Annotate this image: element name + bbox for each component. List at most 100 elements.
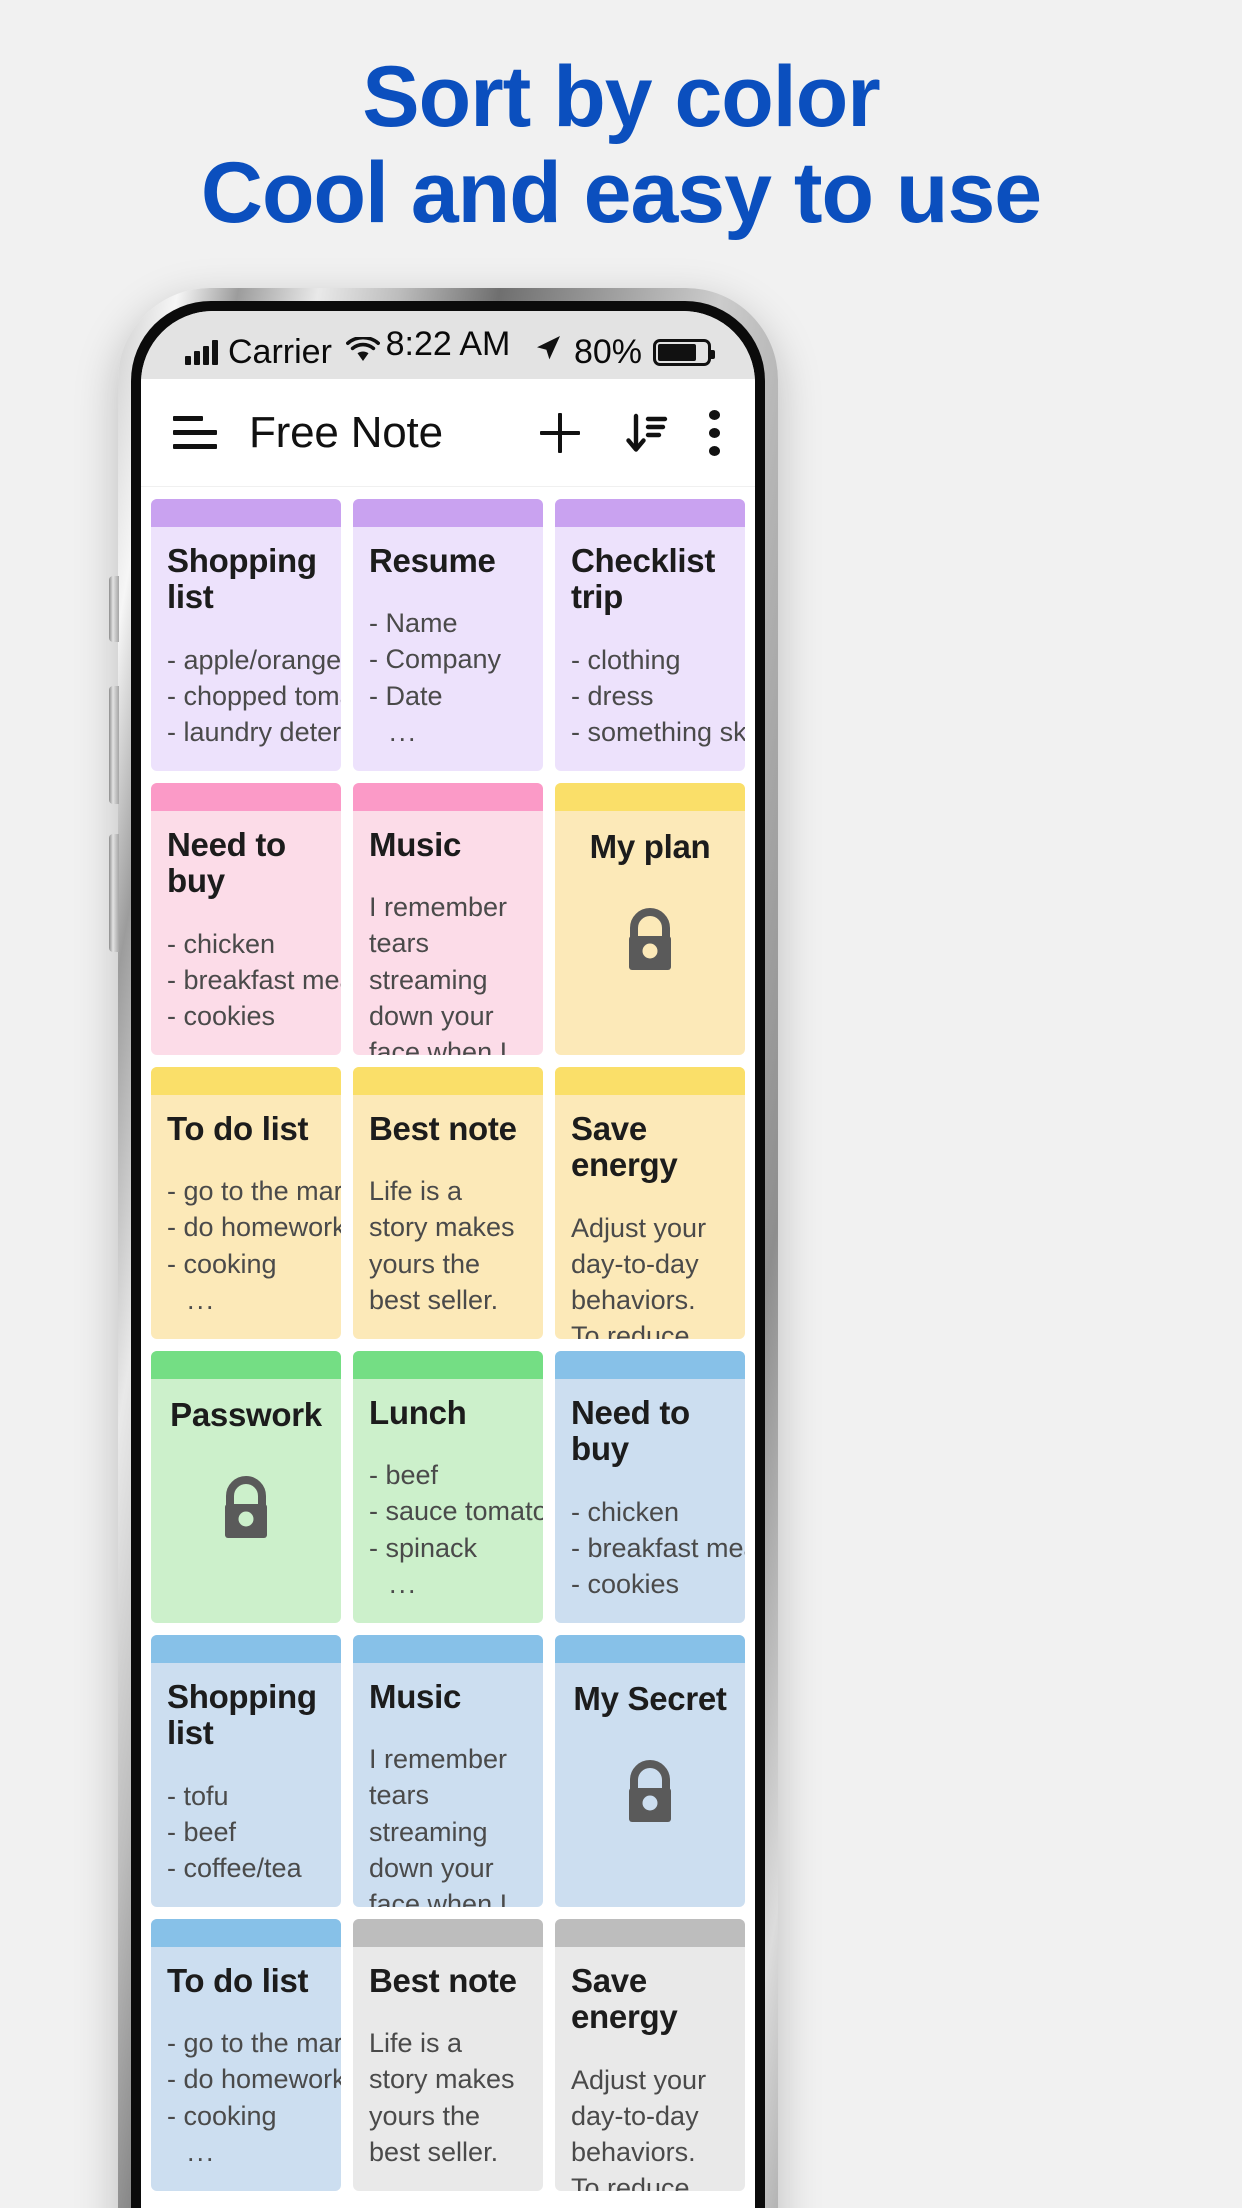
note-preview-lines: - beef - sauce tomato - spinack... xyxy=(369,1457,543,1602)
note-body: Best note Life is a story makes yours the… xyxy=(353,1947,543,2191)
battery-icon xyxy=(653,338,715,366)
note-preview-lines: - chicken - breakfast meats - cookies... xyxy=(571,1494,745,1623)
note-card[interactable]: Passwork xyxy=(151,1351,341,1623)
note-card[interactable]: Lunch - beef - sauce tomato - spinack... xyxy=(353,1351,543,1623)
note-body: My plan xyxy=(555,811,745,1055)
note-body: Passwork xyxy=(151,1379,341,1623)
note-preview-text: Life is a story makes yours the best sel… xyxy=(369,1176,515,1315)
note-card[interactable]: Shopping list - tofu - beef - coffee/tea... xyxy=(151,1635,341,1907)
note-color-strip xyxy=(555,1067,745,1095)
note-body: Resume - Name - Company - Date... xyxy=(353,527,543,771)
note-body: Lunch - beef - sauce tomato - spinack... xyxy=(353,1379,543,1623)
note-card[interactable]: To do list - go to the market - do homewor… xyxy=(151,1067,341,1339)
note-card[interactable]: My Secret xyxy=(555,1635,745,1907)
phone-bezel: Carrier 8:22 AM 80% Free Note Shopping l… xyxy=(131,301,765,2208)
status-bar: Carrier 8:22 AM 80% xyxy=(141,311,755,379)
note-preview-line: - go to the market xyxy=(167,1176,341,1207)
note-card[interactable]: My plan xyxy=(555,783,745,1055)
note-body: Music I remember tears streaming down you… xyxy=(353,811,543,1055)
note-preview-line: - dress xyxy=(571,680,654,711)
note-card[interactable]: Need to buy - chicken- breakfast meats- c… xyxy=(555,1351,745,1623)
headline-line-1: Sort by color xyxy=(362,49,880,145)
lock-icon xyxy=(619,1759,681,1825)
note-preview-line: ... xyxy=(187,753,216,771)
note-title: My Secret xyxy=(573,1680,727,1717)
page-title: Free Note xyxy=(249,407,443,457)
note-color-strip xyxy=(555,1919,745,1947)
signal-bars-icon xyxy=(185,339,218,365)
note-card[interactable]: To do list - go to the market - do homewor… xyxy=(151,1919,341,2191)
note-title: To do list xyxy=(167,1962,309,1999)
location-arrow-icon xyxy=(533,333,563,372)
note-card[interactable]: Save energy Adjust your day-to-day behavi… xyxy=(555,1919,745,2191)
note-title: Music xyxy=(369,826,462,863)
note-body: To do list - go to the market - do homewor… xyxy=(151,1947,341,2191)
note-preview-line: ... xyxy=(591,753,620,771)
note-color-strip xyxy=(555,1635,745,1663)
status-bar-left: Carrier xyxy=(185,333,380,372)
note-preview-text: Adjust your day-to-day behaviors. To red… xyxy=(571,1212,707,1339)
plus-icon[interactable] xyxy=(537,410,583,456)
note-card[interactable]: Shopping list - apple/orange - chopped tom… xyxy=(151,499,341,771)
note-preview-line: - chicken xyxy=(167,928,276,959)
note-preview-line: - sauce tomato xyxy=(369,1496,543,1527)
note-preview-line: - breakfast meats xyxy=(167,964,341,995)
note-preview-line: - beef xyxy=(167,1816,237,1847)
note-color-strip xyxy=(151,783,341,811)
note-preview-line: - apple/orange xyxy=(167,644,341,675)
note-color-strip xyxy=(353,1351,543,1379)
phone-volume-up-button[interactable] xyxy=(109,686,119,804)
note-card[interactable]: Resume - Name - Company - Date... xyxy=(353,499,543,771)
phone-volume-down-button[interactable] xyxy=(109,834,119,952)
wifi-icon xyxy=(345,333,380,372)
note-preview-line: ... xyxy=(187,1037,216,1055)
note-body: Music I remember tears streaming down you… xyxy=(353,1663,543,1907)
note-preview-lines: - go to the market - do homework - cooking… xyxy=(167,1173,341,1318)
note-title: Best note xyxy=(369,1962,517,1999)
note-title: Resume xyxy=(369,542,496,579)
phone-screen: Carrier 8:22 AM 80% Free Note Shopping l… xyxy=(141,311,755,2208)
overflow-menu-icon[interactable] xyxy=(709,409,721,456)
note-title: Need to buy xyxy=(167,826,286,900)
note-title: Checklist trip xyxy=(571,542,716,616)
note-card[interactable]: Music I remember tears streaming down you… xyxy=(353,1635,543,1907)
note-preview-line: - Company xyxy=(369,644,502,675)
note-preview-line: - Date xyxy=(369,680,443,711)
note-color-strip xyxy=(555,783,745,811)
carrier-label: Carrier xyxy=(228,332,332,371)
note-preview-line: ... xyxy=(187,2136,216,2167)
note-card[interactable]: Need to buy- chicken- breakfast meats- c… xyxy=(151,783,341,1055)
note-preview-line: - do homework xyxy=(167,1212,341,1243)
note-card[interactable]: Best note Life is a story makes yours the… xyxy=(353,1919,543,2191)
lock-icon xyxy=(619,907,681,973)
note-title: Need to buy xyxy=(571,1394,690,1468)
sort-descending-icon[interactable] xyxy=(623,410,669,456)
note-preview-line: - tofu xyxy=(167,1780,229,1811)
note-preview-line: - go to the market xyxy=(167,2028,341,2059)
note-preview-line: ... xyxy=(187,1284,216,1315)
note-card[interactable]: Music I remember tears streaming down you… xyxy=(353,783,543,1055)
note-preview-line: - do homework xyxy=(167,2064,341,2095)
note-card[interactable]: Save energy Adjust your day-to-day behavi… xyxy=(555,1067,745,1339)
note-body: Save energy Adjust your day-to-day behavi… xyxy=(555,1947,745,2191)
phone-mute-switch[interactable] xyxy=(109,576,119,642)
note-preview-text: I remember tears streaming down your fac… xyxy=(369,1744,508,1907)
note-card[interactable]: Checklist trip - clothing - dress - somethi… xyxy=(555,499,745,771)
note-preview-lines: - clothing - dress - something skincare... xyxy=(571,642,745,771)
note-preview-lines: - Name - Company - Date... xyxy=(369,605,527,750)
note-title: Music xyxy=(369,1678,462,1715)
note-title: Lunch xyxy=(369,1394,467,1431)
note-color-strip xyxy=(151,1351,341,1379)
note-preview-text: Life is a story makes yours the best sel… xyxy=(369,2028,515,2167)
note-body: Need to buy - chicken- breakfast meats- c… xyxy=(555,1379,745,1623)
note-color-strip xyxy=(353,1919,543,1947)
note-color-strip xyxy=(151,499,341,527)
note-card[interactable]: Best note Life is a story makes yours the… xyxy=(353,1067,543,1339)
note-preview-line: - something skincare xyxy=(571,716,745,747)
note-body: Checklist trip - clothing - dress - somethi… xyxy=(555,527,745,771)
note-color-strip xyxy=(353,783,543,811)
note-title: Best note xyxy=(369,1110,517,1147)
hamburger-menu-icon[interactable] xyxy=(173,416,217,449)
note-title: Save energy xyxy=(571,1962,678,2036)
note-body: Shopping list - tofu - beef - coffee/tea... xyxy=(151,1663,341,1907)
